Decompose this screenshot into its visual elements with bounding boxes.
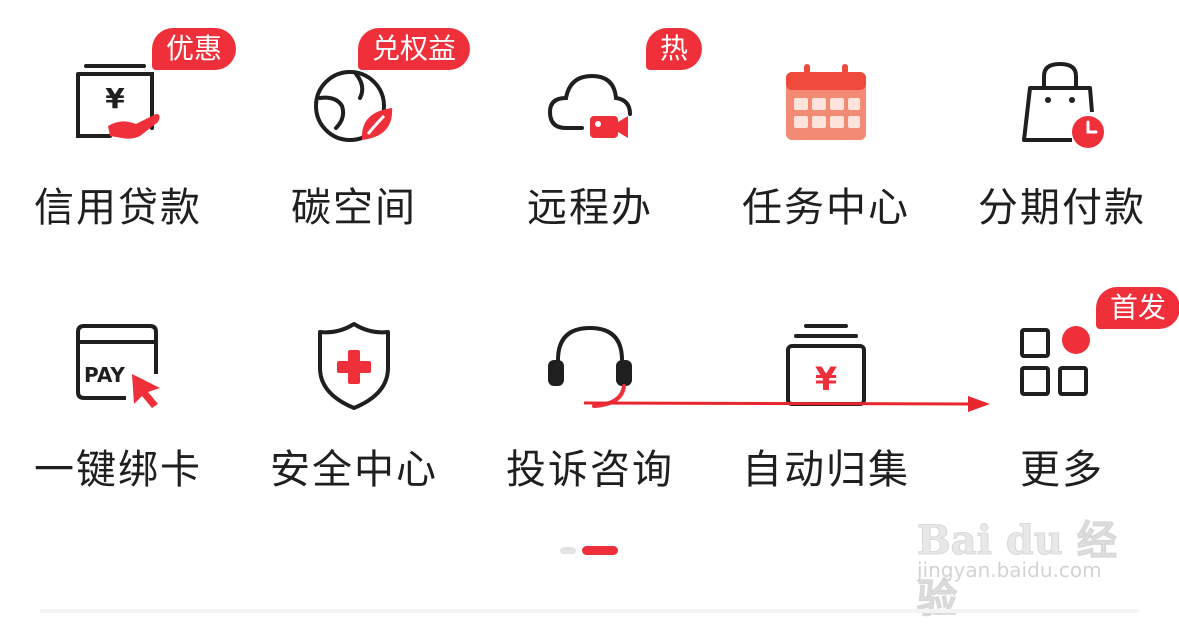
grid-item-installment[interactable]: 分期付款 — [944, 0, 1179, 250]
grid-item-label: 信用贷款 — [34, 185, 202, 231]
grid-item-complaint[interactable]: 投诉咨询 — [472, 262, 708, 512]
grid-item-label: 自动归集 — [742, 447, 910, 493]
grid-item-security-center[interactable]: 安全中心 — [236, 262, 472, 512]
page-dot-1[interactable] — [560, 547, 576, 554]
grid-item-label: 一键绑卡 — [34, 447, 202, 493]
grid-item-label: 任务中心 — [742, 185, 910, 231]
pay-card-icon: PAY — [70, 318, 166, 414]
bottom-divider — [40, 609, 1139, 613]
globe-leaf-icon — [306, 58, 402, 154]
shopping-bag-clock-icon — [1014, 58, 1110, 154]
badge-hot: 热 — [646, 28, 703, 70]
grid-item-task-center[interactable]: 任务中心 — [708, 0, 944, 250]
grid-item-label: 碳空间 — [291, 185, 417, 231]
svg-text:¥: ¥ — [815, 360, 837, 398]
watermark-url: jingyan.baidu.com — [917, 558, 1102, 582]
baidu-jingyan-watermark: Bai du 经验 jingyan.baidu.com — [917, 478, 1118, 623]
grid-item-auto-collect[interactable]: ¥ 自动归集 — [708, 262, 944, 512]
badge-discount: 优惠 — [152, 28, 237, 70]
grid-item-label: 远程办 — [527, 185, 653, 231]
yuan-box-icon: ¥ — [778, 318, 874, 414]
page-dot-2-active[interactable] — [582, 546, 618, 555]
headset-icon — [542, 318, 638, 414]
grid-item-label: 投诉咨询 — [506, 447, 674, 493]
badge-rights: 兑权益 — [358, 28, 471, 70]
svg-text:PAY: PAY — [84, 363, 125, 387]
yuan-card-hand-icon: ¥ — [70, 58, 166, 154]
badge-first-release: 首发 — [1096, 287, 1179, 329]
calendar-icon — [778, 58, 874, 154]
apps-grid-icon — [1014, 318, 1110, 414]
svg-text:¥: ¥ — [105, 82, 125, 115]
page-indicator[interactable] — [560, 545, 630, 555]
cloud-video-icon — [542, 58, 638, 154]
shield-plus-icon — [306, 318, 402, 414]
grid-item-bind-card[interactable]: PAY 一键绑卡 — [0, 262, 236, 512]
grid-item-label: 安全中心 — [270, 447, 438, 493]
grid-item-label: 分期付款 — [978, 185, 1146, 231]
